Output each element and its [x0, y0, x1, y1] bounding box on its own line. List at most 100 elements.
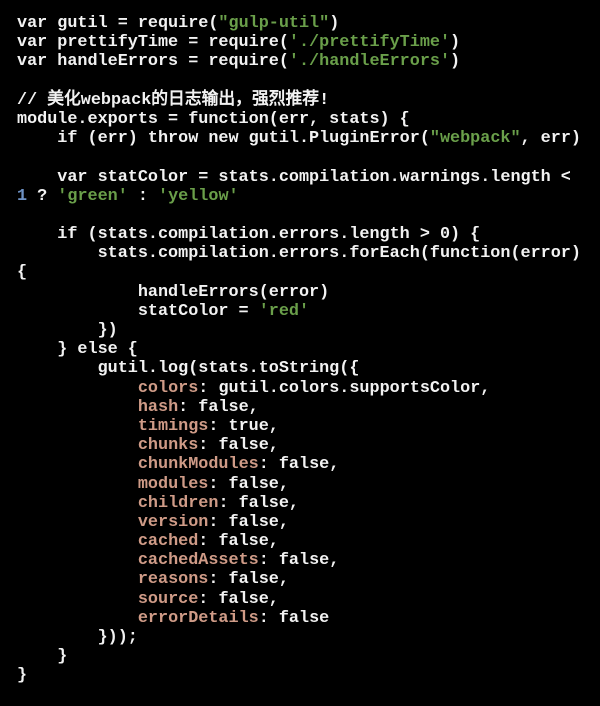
code-block: var gutil = require("gulp-util") var pret…: [17, 14, 581, 686]
code-text: handleErrors(error): [17, 282, 330, 302]
code-line: handleErrors(error): [17, 283, 581, 302]
property-name: reasons: [137, 570, 209, 590]
property-name: errorDetails: [137, 608, 259, 628]
code-text: : false,: [208, 570, 289, 590]
code-line: statColor = 'red': [17, 302, 581, 321]
code-line: version: false,: [17, 513, 581, 532]
code-text: :: [127, 186, 159, 206]
string-literal: 'red': [258, 301, 310, 321]
code-line: module.exports = function(err, stats) {: [17, 110, 581, 129]
code-text: var handleErrors = require(: [17, 52, 289, 72]
code-text: ): [329, 14, 340, 33]
code-line: chunks: false,: [17, 436, 581, 455]
code-line: if (err) throw new gutil.PluginError("we…: [17, 129, 581, 148]
property-name: colors: [137, 378, 199, 398]
property-name: chunkModules: [137, 455, 259, 475]
code-text: var prettifyTime = require(: [17, 33, 289, 53]
code-line: var prettifyTime = require('./prettifyTi…: [17, 33, 581, 52]
code-text: stats.compilation.errors.forEach(functio…: [17, 244, 581, 264]
code-line: } else {: [17, 340, 581, 359]
code-line: cached: false,: [17, 532, 581, 551]
code-text: if (err) throw new gutil.PluginError(: [17, 129, 430, 149]
code-text: : false,: [208, 474, 289, 494]
code-text: ): [450, 33, 461, 53]
number-literal: 1: [17, 186, 28, 206]
string-literal: 'green': [57, 186, 128, 206]
code-line: children: false,: [17, 494, 581, 513]
code-line: var gutil = require("gulp-util"): [17, 14, 581, 33]
code-line: gutil.log(stats.toString({: [17, 359, 581, 378]
string-literal: "gulp-util": [218, 14, 330, 33]
property-name: modules: [137, 474, 209, 494]
property-name: children: [137, 493, 219, 513]
string-literal: './handleErrors': [288, 52, 451, 72]
code-line: hash: false,: [17, 398, 581, 417]
code-line: chunkModules: false,: [17, 455, 581, 474]
code-text: : false,: [198, 436, 279, 456]
code-line: cachedAssets: false,: [17, 551, 581, 570]
code-text: }): [17, 321, 118, 340]
code-line: {: [17, 263, 581, 282]
string-literal: 'yellow': [158, 186, 239, 206]
property-name: timings: [137, 416, 209, 436]
code-text: : true,: [208, 416, 279, 436]
code-text: if (stats.compilation.errors.length > 0)…: [17, 225, 481, 245]
code-text: }: [17, 647, 68, 667]
property-name: hash: [137, 397, 179, 417]
string-literal: './prettifyTime': [288, 33, 451, 53]
code-text: var statColor = stats.compilation.warnin…: [17, 167, 571, 187]
code-text: var gutil = require(: [17, 14, 219, 33]
code-line: timings: true,: [17, 417, 581, 436]
code-text: }: [17, 666, 28, 686]
code-text: , err): [520, 129, 581, 149]
code-text: : false,: [198, 589, 279, 609]
code-text: ): [450, 52, 461, 72]
code-line: 1 ? 'green' : 'yellow': [17, 187, 581, 206]
code-text: statColor =: [17, 301, 259, 321]
code-text: : gutil.colors.supportsColor,: [198, 378, 491, 398]
code-line: }: [17, 666, 581, 685]
code-line: errorDetails: false: [17, 609, 581, 628]
code-line: }: [17, 647, 581, 666]
code-text: : false,: [198, 532, 279, 552]
code-line: }));: [17, 628, 581, 647]
code-line: colors: gutil.colors.supportsColor,: [17, 379, 581, 398]
property-name: version: [137, 512, 209, 532]
code-line: reasons: false,: [17, 570, 581, 589]
property-name: chunks: [137, 436, 199, 456]
code-text: gutil.log(stats.toString({: [17, 359, 360, 379]
code-line: var handleErrors = require('./handleErro…: [17, 52, 581, 71]
code-line: var statColor = stats.compilation.warnin…: [17, 168, 581, 187]
code-text: {: [17, 263, 28, 283]
code-line: if (stats.compilation.errors.length > 0)…: [17, 225, 581, 244]
string-literal: "webpack": [429, 129, 521, 149]
code-text: : false,: [218, 493, 300, 513]
property-name: cachedAssets: [137, 551, 259, 571]
code-text: module.exports = function(err, stats) {: [17, 109, 410, 129]
property-name: cached: [137, 532, 199, 552]
code-line: }): [17, 321, 581, 340]
code-text: : false,: [258, 455, 340, 475]
code-text: : false,: [258, 551, 340, 571]
property-name: source: [137, 589, 199, 609]
code-line: source: false,: [17, 590, 581, 609]
code-text: : false,: [178, 397, 259, 417]
code-text: ?: [27, 186, 58, 206]
code-line: stats.compilation.errors.forEach(functio…: [17, 244, 581, 263]
